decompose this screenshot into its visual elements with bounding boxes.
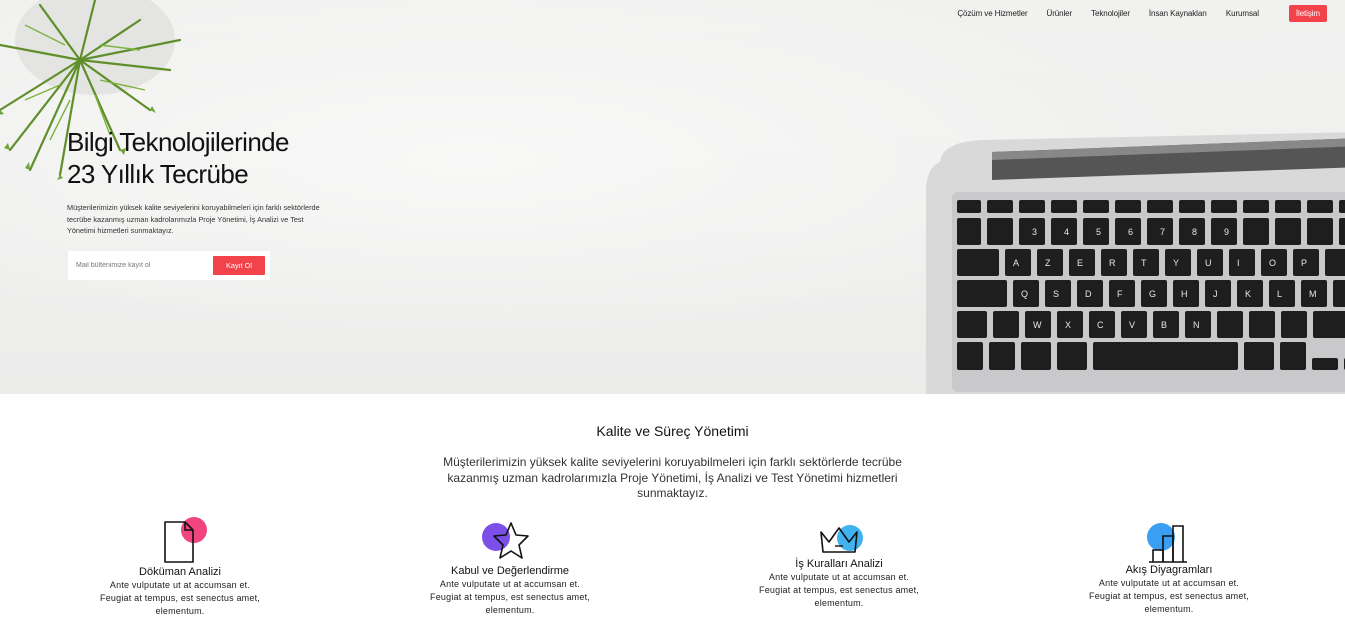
hero-title-line-1: Bilgi Teknolojilerinde: [67, 127, 290, 157]
hero-banner: 3 4 5 6 7 8 9 A Z E R T Y U I O P Q S D F G H J K L M W X C V B N Çöz…: [0, 0, 1345, 394]
svg-text:N: N: [1193, 320, 1200, 330]
svg-text:E: E: [1077, 258, 1083, 268]
svg-text:R: R: [1109, 258, 1116, 268]
crown-icon: [809, 522, 869, 558]
hero-title-line-2: 23 Yıllık Tecrübe: [67, 159, 249, 189]
svg-text:3: 3: [1032, 227, 1037, 237]
hero-title: Bilgi Teknolojilerinde 23 Yıllık Tecrübe: [67, 126, 290, 190]
feature-text: Ante vulputate ut at accumsan et. Feugia…: [1089, 578, 1249, 614]
nav-item-insan-kaynaklari[interactable]: İnsan Kaynakları: [1149, 9, 1207, 18]
svg-text:C: C: [1097, 320, 1104, 330]
svg-text:B: B: [1161, 320, 1167, 330]
svg-text:8: 8: [1192, 227, 1197, 237]
svg-text:X: X: [1065, 320, 1071, 330]
svg-text:O: O: [1269, 258, 1276, 268]
svg-text:Q: Q: [1021, 289, 1028, 299]
feature-title: Akış Diyagramları: [1125, 564, 1213, 576]
svg-text:P: P: [1301, 258, 1307, 268]
svg-text:H: H: [1181, 289, 1188, 299]
section-title: Kalite ve Süreç Yönetimi: [596, 423, 749, 439]
svg-text:V: V: [1129, 320, 1135, 330]
feature-text: Ante vulputate ut at accumsan et. Feugia…: [759, 572, 919, 608]
newsletter-form: Kayıt Ol: [68, 251, 270, 280]
newsletter-email-input[interactable]: [76, 258, 206, 273]
feature-title: İş Kuralları Analizi: [795, 558, 883, 570]
svg-text:K: K: [1245, 289, 1251, 299]
section-description: Müşterilerimizin yüksek kalite seviyeler…: [443, 455, 902, 500]
svg-text:A: A: [1013, 258, 1019, 268]
svg-text:D: D: [1085, 289, 1092, 299]
feature-card-document-analysis: Döküman Analizi Ante vulputate ut at acc…: [95, 516, 265, 618]
nav-item-kurumsal[interactable]: Kurumsal: [1226, 9, 1259, 18]
nav-item-urunler[interactable]: Ürünler: [1047, 9, 1073, 18]
star-icon: [480, 520, 540, 565]
feature-title: Kabul ve Değerlendirme: [450, 565, 569, 577]
svg-text:U: U: [1205, 258, 1212, 268]
nav-item-cozum-ve-hizmetler[interactable]: Çözüm ve Hizmetler: [957, 9, 1027, 18]
svg-text:9: 9: [1224, 227, 1229, 237]
svg-text:S: S: [1053, 289, 1059, 299]
svg-text:5: 5: [1096, 227, 1101, 237]
svg-text:6: 6: [1128, 227, 1133, 237]
svg-text:Y: Y: [1173, 258, 1179, 268]
document-icon: [150, 516, 210, 566]
feature-title: Döküman Analizi: [139, 566, 221, 578]
svg-text:L: L: [1277, 289, 1282, 299]
feature-text: Ante vulputate ut at accumsan et. Feugia…: [430, 579, 590, 615]
nav-item-teknolojiler[interactable]: Teknolojiler: [1091, 9, 1130, 18]
bar-chart-icon: [1139, 522, 1199, 564]
feature-text: Ante vulputate ut at accumsan et. Feugia…: [100, 580, 260, 616]
feature-card-acceptance: Kabul ve Değerlendirme Ante vulputate ut…: [425, 520, 595, 617]
svg-text:F: F: [1117, 289, 1123, 299]
svg-text:M: M: [1309, 289, 1317, 299]
svg-text:Z: Z: [1045, 258, 1051, 268]
main-nav: Çözüm ve Hizmetler Ürünler Teknolojiler …: [938, 4, 1327, 22]
svg-text:I: I: [1237, 258, 1240, 268]
svg-text:W: W: [1033, 320, 1042, 330]
feature-card-business-rules: İş Kuralları Analizi Ante vulputate ut a…: [754, 522, 924, 610]
svg-text:4: 4: [1064, 227, 1069, 237]
svg-text:7: 7: [1160, 227, 1165, 237]
svg-text:G: G: [1149, 289, 1156, 299]
contact-button[interactable]: İletişim: [1288, 4, 1327, 22]
svg-text:J: J: [1213, 289, 1218, 299]
laptop-image: 3 4 5 6 7 8 9 A Z E R T Y U I O P Q S D F G H J K L M W X C V B N: [926, 132, 1345, 394]
signup-button[interactable]: Kayıt Ol: [213, 256, 265, 275]
hero-description: Müşterilerimizin yüksek kalite seviyeler…: [67, 203, 320, 235]
feature-card-flow-diagrams: Akış Diyagramları Ante vulputate ut at a…: [1084, 522, 1254, 616]
svg-text:T: T: [1141, 258, 1147, 268]
